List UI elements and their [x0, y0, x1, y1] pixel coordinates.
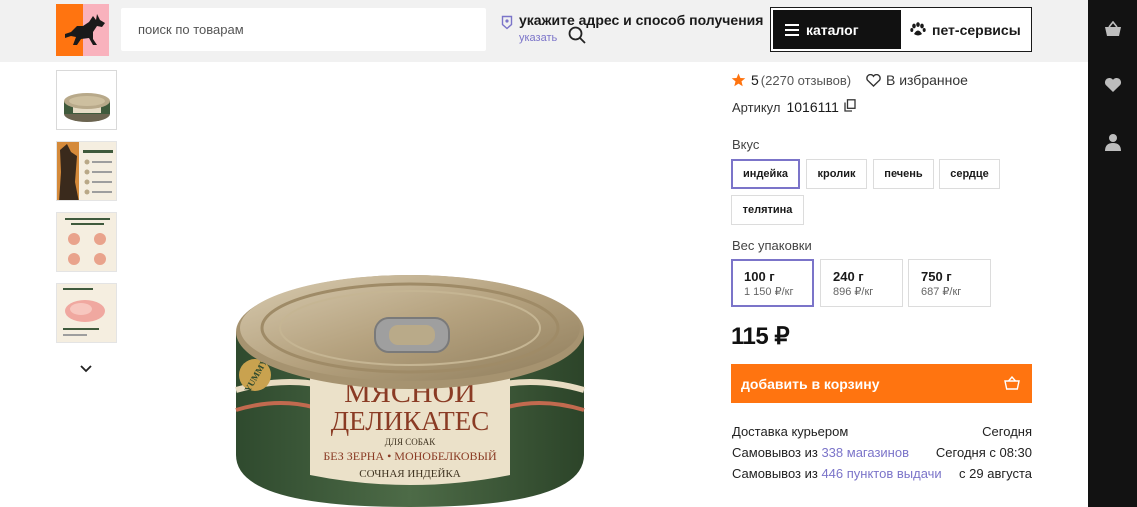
catalog-label: каталог: [806, 21, 859, 38]
weight-unit-price: 896 ₽/кг: [833, 286, 874, 298]
add-to-cart-button[interactable]: добавить в корзину: [731, 364, 1032, 403]
weight-unit-price: 687 ₽/кг: [921, 286, 962, 298]
weight-option-240g[interactable]: 240 г 896 ₽/кг: [820, 259, 903, 307]
pickup-stores-link[interactable]: 338 магазинов: [821, 445, 909, 460]
weight-value: 750 г: [921, 269, 952, 284]
courier-label: Доставка курьером: [732, 424, 849, 439]
heart-outline-icon: [866, 73, 881, 87]
menu-icon: [785, 23, 799, 36]
address-title: укажите адрес и способ получения: [519, 12, 764, 28]
flavor-label: Вкус: [732, 137, 760, 152]
flavor-option-rabbit[interactable]: кролик: [806, 159, 867, 189]
search-icon[interactable]: [568, 26, 586, 49]
delivery-row-points: Самовывоз из 446 пунктов выдачи с 29 авг…: [732, 466, 1032, 482]
flavor-option-liver[interactable]: печень: [873, 159, 934, 189]
header: укажите адрес и способ получения указать…: [0, 0, 1088, 62]
dog-logo-icon: [65, 14, 105, 45]
weight-value: 100 г: [744, 269, 775, 284]
pickup-prefix: Самовывоз из: [732, 445, 818, 460]
thumbnail-product-can[interactable]: [56, 70, 117, 130]
add-to-favorites[interactable]: В избранное: [866, 72, 968, 88]
basket-icon[interactable]: [1104, 20, 1122, 42]
weight-option-100g[interactable]: 100 г 1 150 ₽/кг: [731, 259, 814, 307]
copy-icon[interactable]: [844, 99, 856, 115]
flavor-option-heart[interactable]: сердце: [939, 159, 1000, 189]
catalog-button[interactable]: каталог: [773, 10, 901, 49]
delivery-row-courier: Доставка курьером Сегодня: [732, 424, 1032, 440]
flavor-option-veal[interactable]: телятина: [731, 195, 804, 225]
address-set-link[interactable]: указать: [519, 32, 557, 44]
pet-services-label: пет-сервисы: [932, 21, 1021, 38]
reviews-count[interactable]: (2270 отзывов): [761, 73, 851, 88]
flavor-option-turkey[interactable]: индейка: [731, 159, 800, 189]
right-rail: [1088, 0, 1137, 507]
can-flavor: СОЧНАЯ ИНДЕЙКА: [359, 468, 461, 480]
delivery-row-stores: Самовывоз из 338 магазинов Сегодня с 08:…: [732, 445, 1032, 461]
user-icon[interactable]: [1104, 133, 1122, 156]
favorites-label: В избранное: [886, 72, 968, 88]
paw-icon: [910, 22, 926, 36]
thumbnail-protein-infographic[interactable]: [56, 212, 117, 272]
pickup-stores-when: Сегодня с 08:30: [935, 445, 1032, 460]
star-icon: [731, 73, 746, 87]
chevron-down-icon[interactable]: [80, 360, 92, 378]
weight-label: Вес упаковки: [732, 238, 812, 253]
add-to-cart-label: добавить в корзину: [741, 375, 880, 392]
pickup-points-link[interactable]: 446 пунктов выдачи: [821, 466, 941, 481]
article-value: 1016111: [786, 99, 839, 115]
pet-services-button[interactable]: пет-сервисы: [906, 10, 1030, 49]
pickup-prefix: Самовывоз из: [732, 466, 818, 481]
courier-when: Сегодня: [982, 424, 1032, 439]
thumbnail-meat-composition[interactable]: [56, 283, 117, 343]
location-pin-icon: [501, 15, 513, 35]
weight-option-750g[interactable]: 750 г 687 ₽/кг: [908, 259, 991, 307]
store-logo[interactable]: [56, 4, 109, 56]
search-input[interactable]: [121, 8, 441, 51]
pickup-points-when: с 29 августа: [959, 466, 1032, 481]
rating-value: 5: [751, 72, 759, 88]
weight-unit-price: 1 150 ₽/кг: [744, 286, 794, 298]
rating[interactable]: 5 (2270 отзывов): [731, 72, 851, 88]
weight-value: 240 г: [833, 269, 864, 284]
can-subtitle: ДЛЯ СОБАК: [385, 437, 437, 447]
nav-box: каталог пет-сервисы: [770, 7, 1032, 52]
heart-icon[interactable]: [1104, 77, 1122, 98]
basket-icon: [1004, 375, 1020, 393]
thumbnail-dog-features[interactable]: [56, 141, 117, 201]
can-title-line2: ДЕЛИКАТЕС: [331, 406, 490, 436]
search-bar: [121, 8, 586, 51]
article-number: Артикул 1016111: [732, 99, 856, 115]
article-label: Артикул: [732, 99, 781, 115]
main-product-image: YUMMY МЯСНОЙ ДЕЛИКАТЕС ДЛЯ СОБАК БЕЗ ЗЕР…: [225, 270, 595, 507]
product-price: 115 ₽: [731, 323, 790, 350]
can-tagline: БЕЗ ЗЕРНА • МОНОБЕЛКОВЫЙ: [323, 449, 497, 463]
